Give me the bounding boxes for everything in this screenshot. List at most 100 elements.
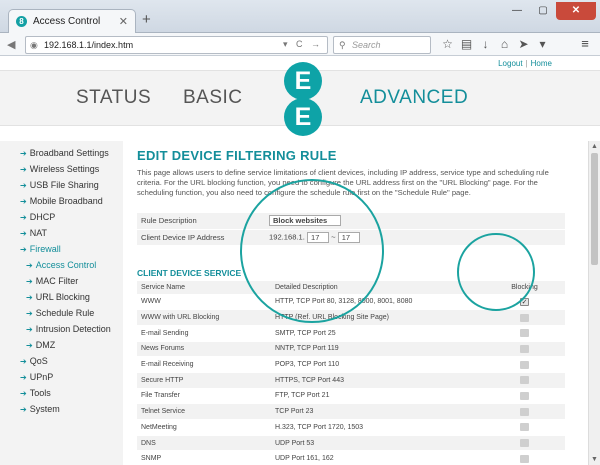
sidebar-item-mac-filter[interactable]: ➔ MAC Filter bbox=[26, 276, 78, 286]
sidebar-label: URL Blocking bbox=[35, 292, 90, 302]
search-placeholder[interactable]: Search bbox=[352, 40, 381, 50]
blocking-checkbox[interactable] bbox=[520, 344, 529, 353]
send-icon[interactable]: ➤ bbox=[514, 36, 533, 53]
service-name: WWW with URL Blocking bbox=[137, 309, 271, 326]
nav-advanced[interactable]: ADVANCED bbox=[360, 87, 468, 109]
blocking-checkbox[interactable] bbox=[520, 423, 529, 432]
arrow-right-icon: ➔ bbox=[26, 293, 33, 302]
bookmark-star-icon[interactable]: ☆ bbox=[438, 36, 457, 53]
close-window-button[interactable]: ✕ bbox=[556, 2, 596, 20]
service-detail: UDP Port 53 bbox=[271, 435, 484, 452]
scroll-up-icon[interactable]: ▲ bbox=[591, 143, 598, 150]
sidebar-item-system[interactable]: ➔ System bbox=[20, 404, 60, 414]
sidebar-label: DHCP bbox=[29, 212, 56, 222]
service-detail: HTTPS, TCP Port 443 bbox=[271, 372, 484, 389]
link-separator: | bbox=[525, 59, 528, 68]
blocking-cell bbox=[484, 419, 565, 436]
blocking-cell bbox=[484, 435, 565, 452]
tab-close-icon[interactable]: ✕ bbox=[119, 15, 128, 28]
blocking-checkbox[interactable] bbox=[520, 329, 529, 338]
sidebar-item-qos[interactable]: ➔ QoS bbox=[20, 356, 48, 366]
sidebar-item-tools[interactable]: ➔ Tools bbox=[20, 388, 51, 398]
sidebar-label: DMZ bbox=[35, 340, 56, 350]
table-row: E-mail Sending SMTP, TCP Port 25 bbox=[137, 325, 565, 342]
nav-status[interactable]: STATUS bbox=[76, 87, 151, 109]
service-detail: FTP, TCP Port 21 bbox=[271, 388, 484, 405]
blocking-cell bbox=[484, 309, 565, 326]
table-row: WWW with URL Blocking HTTP (Ref. URL Bloc… bbox=[137, 309, 565, 326]
arrow-right-icon: ➔ bbox=[20, 373, 27, 382]
service-detail: UDP Port 161, 162 bbox=[271, 450, 484, 465]
reload-icon[interactable]: ▾ C → bbox=[283, 39, 323, 50]
service-detail: NNTP, TCP Port 119 bbox=[271, 341, 484, 358]
blocking-checkbox[interactable] bbox=[520, 313, 529, 322]
arrow-right-icon: ➔ bbox=[20, 229, 27, 238]
sidebar: ➔ Broadband Settings ➔ Wireless Settings ➔… bbox=[0, 141, 123, 465]
table-row: NetMeeting H.323, TCP Port 1720, 1503 bbox=[137, 419, 565, 436]
browser-tab[interactable]: 8 Access Control ✕ bbox=[8, 9, 136, 33]
sidebar-item-dmz[interactable]: ➔ DMZ bbox=[26, 340, 55, 350]
sidebar-item-broadband-settings[interactable]: ➔ Broadband Settings bbox=[20, 148, 109, 158]
sidebar-label: MAC Filter bbox=[35, 276, 79, 286]
sidebar-item-schedule-rule[interactable]: ➔ Schedule Rule bbox=[26, 308, 94, 318]
sidebar-item-usb-file-sharing[interactable]: ➔ USB File Sharing bbox=[20, 180, 99, 190]
service-name: DNS bbox=[137, 435, 271, 452]
address-text[interactable]: 192.168.1.1/index.htm bbox=[44, 40, 133, 50]
service-name: WWW bbox=[137, 294, 271, 311]
arrow-right-icon: ➔ bbox=[20, 149, 27, 158]
arrow-right-icon: ➔ bbox=[26, 309, 33, 318]
table-row: Secure HTTP HTTPS, TCP Port 443 bbox=[137, 372, 565, 389]
blocking-checkbox[interactable] bbox=[520, 376, 529, 385]
scroll-thumb[interactable] bbox=[591, 153, 598, 265]
nav-basic[interactable]: BASIC bbox=[183, 87, 243, 109]
page-scrollbar[interactable]: ▲ ▼ bbox=[588, 141, 600, 465]
logo-dot-top: E bbox=[284, 62, 322, 100]
sidebar-item-intrusion-detection[interactable]: ➔ Intrusion Detection bbox=[26, 324, 111, 334]
sidebar-item-wireless-settings[interactable]: ➔ Wireless Settings bbox=[20, 164, 99, 174]
sidebar-item-nat[interactable]: ➔ NAT bbox=[20, 228, 47, 238]
blocking-cell bbox=[484, 341, 565, 358]
blocking-checkbox[interactable] bbox=[520, 391, 529, 400]
blocking-checkbox[interactable] bbox=[520, 439, 529, 448]
sidebar-item-mobile-broadband[interactable]: ➔ Mobile Broadband bbox=[20, 196, 103, 206]
blocking-checkbox[interactable] bbox=[520, 454, 529, 463]
sidebar-label: Tools bbox=[29, 388, 51, 398]
scroll-down-icon[interactable]: ▼ bbox=[591, 456, 598, 463]
service-name: NetMeeting bbox=[137, 419, 271, 436]
arrow-right-icon: ➔ bbox=[20, 165, 27, 174]
minimize-button[interactable]: — bbox=[504, 2, 530, 20]
service-detail: H.323, TCP Port 1720, 1503 bbox=[271, 419, 484, 436]
search-icon: ⚲ bbox=[339, 40, 346, 50]
home-link[interactable]: Home bbox=[531, 59, 552, 68]
home-icon[interactable]: ⌂ bbox=[495, 36, 514, 53]
service-detail: TCP Port 23 bbox=[271, 403, 484, 420]
search-bar[interactable]: ⚲ Search bbox=[333, 36, 431, 54]
service-name: File Transfer bbox=[137, 388, 271, 405]
tab-title: Access Control bbox=[33, 16, 101, 27]
arrow-right-icon: ➔ bbox=[20, 181, 27, 190]
service-name: Telnet Service bbox=[137, 403, 271, 420]
blocking-checkbox[interactable] bbox=[520, 360, 529, 369]
download-icon[interactable]: ↓ bbox=[476, 36, 495, 53]
address-bar[interactable]: ◉ 192.168.1.1/index.htm ▾ C → bbox=[25, 36, 328, 54]
arrow-right-icon: ➔ bbox=[26, 341, 33, 350]
sidebar-item-access-control[interactable]: ➔ Access Control bbox=[26, 260, 96, 270]
arrow-right-icon: ➔ bbox=[26, 261, 33, 270]
arrow-right-icon: ➔ bbox=[26, 325, 33, 334]
table-row: E-mail Receiving POP3, TCP Port 110 bbox=[137, 356, 565, 373]
logout-link[interactable]: Logout bbox=[498, 59, 522, 68]
extensions-dropdown-icon[interactable]: ▾ bbox=[533, 36, 552, 53]
sidebar-item-upnp[interactable]: ➔ UPnP bbox=[20, 372, 53, 382]
sidebar-item-url-blocking[interactable]: ➔ URL Blocking bbox=[26, 292, 90, 302]
new-tab-button[interactable]: + bbox=[142, 12, 151, 27]
sidebar-item-firewall[interactable]: ➔ Firewall bbox=[20, 244, 61, 254]
browser-toolbar: ◀ ◉ 192.168.1.1/index.htm ▾ C → ⚲ Search… bbox=[0, 33, 600, 56]
blocking-checkbox[interactable] bbox=[520, 407, 529, 416]
back-arrow-icon[interactable]: ◀ bbox=[7, 38, 15, 51]
logo-dot-bottom: E bbox=[284, 98, 322, 136]
maximize-button[interactable]: ▢ bbox=[530, 2, 556, 20]
main-content: EDIT DEVICE FILTERING RULE This page all… bbox=[123, 141, 575, 465]
menu-icon[interactable]: ≡ bbox=[577, 36, 593, 53]
sidebar-item-dhcp[interactable]: ➔ DHCP bbox=[20, 212, 55, 222]
reading-list-icon[interactable]: ▤ bbox=[457, 36, 476, 53]
